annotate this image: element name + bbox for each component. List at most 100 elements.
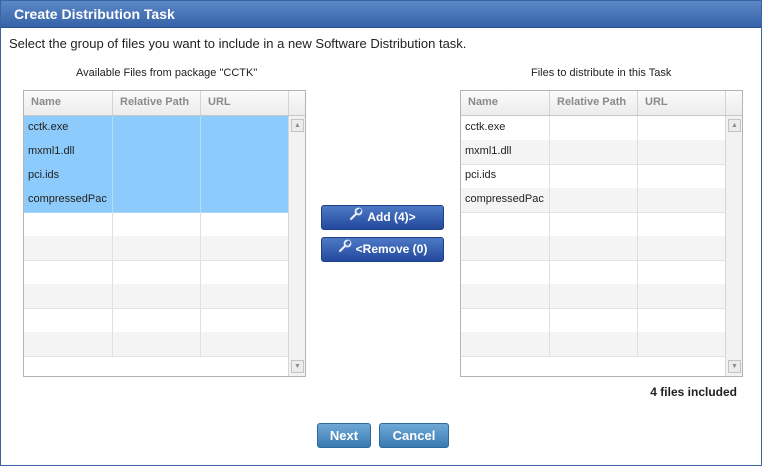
available-files-caption: Available Files from package "CCTK" — [76, 67, 258, 79]
cell-url — [201, 260, 289, 284]
empty-table-row — [24, 308, 289, 333]
cell-name: cctk.exe — [461, 116, 550, 140]
cancel-button[interactable]: Cancel — [379, 423, 449, 448]
empty-table-row — [461, 236, 726, 261]
files-included-count: 4 files included — [650, 385, 737, 399]
cell-url — [638, 236, 726, 260]
remove-files-label: <Remove (0) — [355, 242, 428, 256]
empty-table-row — [24, 260, 289, 285]
remove-files-button[interactable]: <Remove (0) — [321, 237, 444, 262]
dialog-title: Create Distribution Task — [14, 6, 175, 22]
cell-url — [201, 140, 289, 164]
cell-relative-path — [113, 308, 201, 332]
wrench-icon — [338, 238, 352, 261]
table-row[interactable]: compressedPac — [24, 188, 289, 213]
distribute-files-caption: Files to distribute in this Task — [531, 67, 672, 79]
available-files-grid[interactable]: Name Relative Path URL cctk.exe mxml1.dll… — [23, 90, 306, 377]
cell-relative-path — [550, 116, 638, 140]
cell-relative-path — [550, 212, 638, 236]
cell-url — [638, 164, 726, 188]
vertical-scrollbar[interactable]: ▲ ▼ — [725, 116, 742, 376]
cell-name: mxml1.dll — [24, 140, 113, 164]
cell-name — [461, 236, 550, 260]
cell-name — [461, 212, 550, 236]
grid-body: cctk.exe mxml1.dll pci.ids compressedPac — [461, 116, 726, 376]
cell-relative-path — [113, 140, 201, 164]
vertical-scrollbar[interactable]: ▲ ▼ — [288, 116, 305, 376]
cell-url — [638, 332, 726, 356]
scroll-down-icon[interactable]: ▼ — [291, 360, 304, 373]
cell-relative-path — [113, 236, 201, 260]
cell-url — [638, 308, 726, 332]
column-header-name[interactable]: Name — [461, 91, 550, 115]
table-row[interactable]: mxml1.dll — [461, 140, 726, 165]
cell-url — [201, 212, 289, 236]
empty-table-row — [461, 332, 726, 357]
table-row[interactable]: cctk.exe — [24, 116, 289, 141]
add-files-button[interactable]: Add (4)> — [321, 205, 444, 230]
create-distribution-task-dialog: Create Distribution Task Select the grou… — [0, 0, 762, 466]
distribute-files-grid[interactable]: Name Relative Path URL cctk.exe mxml1.dll… — [460, 90, 743, 377]
cell-url — [201, 116, 289, 140]
cell-url — [201, 332, 289, 356]
cell-name: pci.ids — [24, 164, 113, 188]
cell-name — [24, 308, 113, 332]
grid-header: Name Relative Path URL — [24, 91, 305, 116]
cell-name — [461, 308, 550, 332]
cell-name — [24, 284, 113, 308]
column-header-url[interactable]: URL — [201, 91, 289, 115]
scroll-up-icon[interactable]: ▲ — [291, 119, 304, 132]
cell-name — [461, 284, 550, 308]
cell-url — [201, 284, 289, 308]
empty-table-row — [461, 212, 726, 237]
cell-url — [638, 260, 726, 284]
cell-name — [461, 260, 550, 284]
empty-table-row — [24, 236, 289, 261]
empty-table-row — [24, 332, 289, 357]
table-row[interactable]: pci.ids — [24, 164, 289, 189]
cell-name — [461, 332, 550, 356]
table-row[interactable]: cctk.exe — [461, 116, 726, 141]
table-row[interactable]: compressedPac — [461, 188, 726, 213]
column-header-relative-path[interactable]: Relative Path — [550, 91, 638, 115]
cell-name: pci.ids — [461, 164, 550, 188]
header-corner — [288, 91, 305, 115]
scroll-up-icon[interactable]: ▲ — [728, 119, 741, 132]
cell-name: compressedPac — [461, 188, 550, 212]
header-corner — [725, 91, 742, 115]
cell-relative-path — [550, 308, 638, 332]
cell-name — [24, 212, 113, 236]
cell-name: compressedPac — [24, 188, 113, 212]
cell-url — [201, 164, 289, 188]
empty-table-row — [24, 212, 289, 237]
grid-header: Name Relative Path URL — [461, 91, 742, 116]
column-header-url[interactable]: URL — [638, 91, 726, 115]
empty-table-row — [461, 284, 726, 309]
cell-relative-path — [113, 164, 201, 188]
cell-url — [201, 236, 289, 260]
grid-body: cctk.exe mxml1.dll pci.ids compressedPac — [24, 116, 289, 376]
column-header-name[interactable]: Name — [24, 91, 113, 115]
next-button[interactable]: Next — [317, 423, 371, 448]
table-row[interactable]: mxml1.dll — [24, 140, 289, 165]
column-header-relative-path[interactable]: Relative Path — [113, 91, 201, 115]
cell-relative-path — [550, 188, 638, 212]
cell-url — [638, 116, 726, 140]
cell-relative-path — [113, 212, 201, 236]
cell-relative-path — [550, 140, 638, 164]
cell-url — [638, 188, 726, 212]
cell-url — [638, 284, 726, 308]
cell-relative-path — [550, 236, 638, 260]
cell-url — [638, 212, 726, 236]
table-row[interactable]: pci.ids — [461, 164, 726, 189]
cell-relative-path — [550, 164, 638, 188]
cell-name — [24, 236, 113, 260]
cell-url — [201, 188, 289, 212]
cell-url — [638, 140, 726, 164]
cell-relative-path — [113, 260, 201, 284]
cell-relative-path — [113, 284, 201, 308]
cell-relative-path — [113, 332, 201, 356]
title-bar: Create Distribution Task — [1, 1, 761, 28]
scroll-down-icon[interactable]: ▼ — [728, 360, 741, 373]
cell-relative-path — [550, 332, 638, 356]
